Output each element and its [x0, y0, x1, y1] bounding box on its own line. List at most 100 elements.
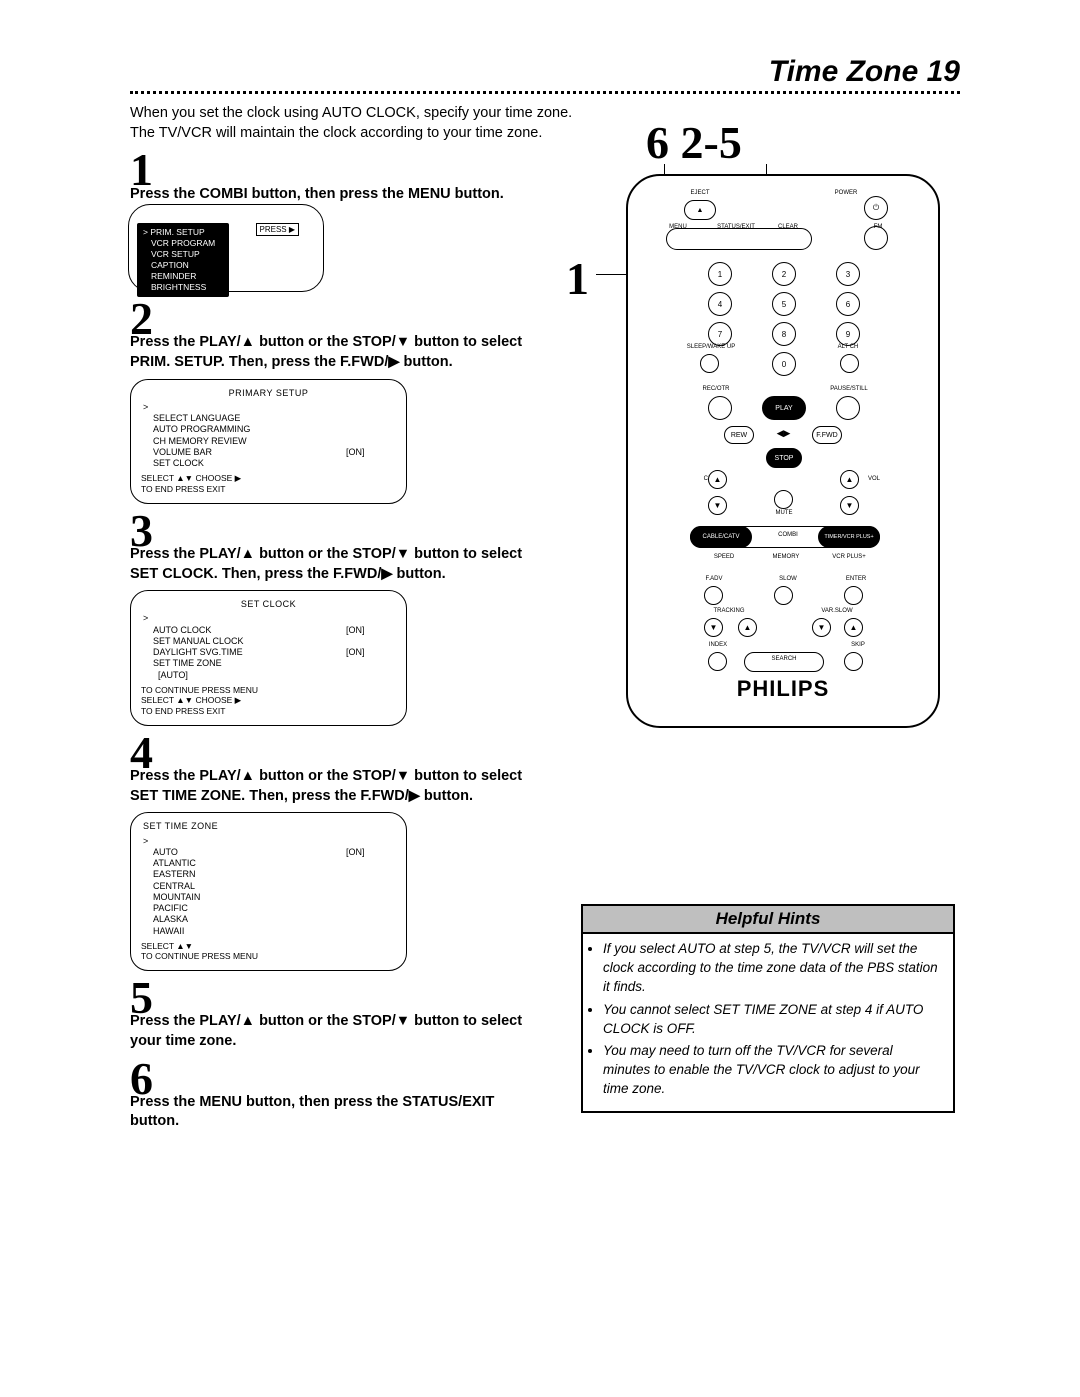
digit-5-button[interactable]: 5 — [772, 292, 796, 316]
osd-screen-4: SET TIME ZONE AUTO[ON] ATLANTIC EASTERN … — [130, 812, 407, 971]
osd-1-menu-items: > PRIM. SETUP VCR PROGRAM VCR SETUP CAPT… — [137, 223, 229, 297]
digit-2-button[interactable]: 2 — [772, 262, 796, 286]
osd-screen-2: PRIMARY SETUP SELECT LANGUAGE AUTO PROGR… — [130, 379, 407, 504]
page-title: Time Zone — [769, 55, 918, 88]
menu-bar[interactable] — [666, 228, 812, 250]
pause-button[interactable] — [836, 396, 860, 420]
intro-line-1: When you set the clock using AUTO CLOCK,… — [130, 105, 572, 121]
step-4-text: Press the PLAY/▲ button or the STOP/▼ bu… — [130, 767, 580, 806]
ffwd-button[interactable]: F.FWD — [812, 426, 842, 444]
digit-7-button[interactable]: 7 — [708, 322, 732, 346]
step-2-text: Press the PLAY/▲ button or the STOP/▼ bu… — [130, 333, 580, 372]
digit-4-button[interactable]: 4 — [708, 292, 732, 316]
osd-3-title: SET CLOCK — [141, 599, 396, 610]
digit-6-button[interactable]: 6 — [836, 292, 860, 316]
tracking-down-button[interactable]: ▼ — [704, 618, 723, 637]
page-header: Time Zone 19 — [130, 55, 960, 89]
page-number: 19 — [927, 55, 960, 88]
stop-button[interactable]: STOP — [766, 448, 802, 468]
ch-down-button[interactable]: ▼ — [708, 496, 727, 515]
speed-label: SPEED — [704, 554, 744, 560]
varslow-label: VAR.SLOW — [812, 608, 862, 614]
osd-3-foot: TO CONTINUE PRESS MENU SELECT ▲▼ CHOOSE … — [141, 685, 396, 717]
timer-button[interactable]: TIMER/VCR PLUS+ — [818, 526, 880, 548]
digit-1-button[interactable]: 1 — [708, 262, 732, 286]
brand-logo: PHILIPS — [628, 676, 938, 702]
hint-item: You cannot select SET TIME ZONE at step … — [603, 1001, 939, 1039]
osd-2-foot: SELECT ▲▼ CHOOSE ▶ TO END PRESS EXIT — [141, 473, 396, 494]
mute-label: MUTE — [764, 510, 804, 516]
fadv-button[interactable] — [704, 586, 723, 605]
osd-4-foot: SELECT ▲▼ TO CONTINUE PRESS MENU — [141, 941, 396, 962]
rec-label: REC/OTR — [698, 386, 734, 392]
index-button[interactable] — [708, 652, 727, 671]
altch-label: ALT CH — [828, 344, 868, 350]
skip-button[interactable] — [844, 652, 863, 671]
cable-button[interactable]: CABLE/CATV — [690, 526, 752, 548]
header-divider — [130, 91, 960, 94]
sleep-label: SLEEP/WAKE UP — [686, 344, 736, 350]
fadv-label: F.ADV — [694, 576, 734, 582]
combi-label: COMBI — [768, 532, 808, 538]
remote-diagram: EJECT ▲ POWER ⏻ MENU STATUS/EXIT CLEAR F… — [626, 174, 940, 728]
hint-item: You may need to turn off the TV/VCR for … — [603, 1042, 939, 1099]
varslow-up-button[interactable]: ▲ — [844, 618, 863, 637]
fm-label: FM — [858, 224, 898, 230]
step-6-text: Press the MENU button, then press the ST… — [130, 1093, 580, 1132]
hint-item: If you select AUTO at step 5, the TV/VCR… — [603, 940, 939, 997]
vol-label: VOL — [854, 476, 894, 482]
sleep-button[interactable] — [700, 354, 719, 373]
step-1-text: Press the COMBI button, then press the M… — [130, 185, 580, 205]
digit-8-button[interactable]: 8 — [772, 322, 796, 346]
slow-label: SLOW — [768, 576, 808, 582]
tracking-up-button[interactable]: ▲ — [738, 618, 757, 637]
altch-button[interactable] — [840, 354, 859, 373]
status-label: STATUS/EXIT — [706, 224, 766, 230]
instructions-column: When you set the clock using AUTO CLOCK,… — [130, 104, 580, 1132]
diagram-column: 6 2-5 1 EJECT ▲ POWER ⏻ MENU STATUS/EXIT… — [596, 104, 960, 1132]
digit-0-button[interactable]: 0 — [772, 352, 796, 376]
intro-line-2: The TV/VCR will maintain the clock accor… — [130, 125, 542, 141]
mute-button[interactable] — [774, 490, 793, 509]
search-label: SEARCH — [764, 656, 804, 662]
pause-label: PAUSE/STILL — [826, 386, 872, 392]
eject-label: EJECT — [680, 190, 720, 196]
press-badge: PRESS ▶ — [256, 223, 300, 236]
manual-page: Time Zone 19 When you set the clock usin… — [0, 0, 1080, 1397]
helpful-hints-box: Helpful Hints If you select AUTO at step… — [581, 904, 955, 1113]
intro-text: When you set the clock using AUTO CLOCK,… — [130, 104, 580, 143]
play-button[interactable]: PLAY — [762, 396, 806, 420]
vol-up-button[interactable]: ▲ — [840, 470, 859, 489]
power-label: POWER — [826, 190, 866, 196]
clear-label: CLEAR — [768, 224, 808, 230]
varslow-down-button[interactable]: ▼ — [812, 618, 831, 637]
osd-2-title: PRIMARY SETUP — [141, 388, 396, 399]
osd-screen-1: > PRIM. SETUP VCR PROGRAM VCR SETUP CAPT… — [128, 204, 324, 292]
osd-screen-3: SET CLOCK AUTO CLOCK[ON] SET MANUAL CLOC… — [130, 590, 407, 726]
memory-label: MEMORY — [766, 554, 806, 560]
menu-label: MENU — [658, 224, 698, 230]
rew-ffwd-icon: ◀▶ — [774, 424, 793, 443]
power-button[interactable]: ⏻ — [864, 196, 888, 220]
tracking-label: TRACKING — [704, 608, 754, 614]
helpful-hints-title: Helpful Hints — [583, 906, 953, 934]
vcrplus-label: VCR PLUS+ — [824, 554, 874, 560]
skip-label: SKIP — [838, 642, 878, 648]
step-5-text: Press the PLAY/▲ button or the STOP/▼ bu… — [130, 1012, 580, 1051]
eject-button[interactable]: ▲ — [684, 200, 716, 220]
search-bar[interactable] — [744, 652, 824, 672]
callout-top: 6 2-5 — [646, 116, 742, 169]
enter-button[interactable] — [844, 586, 863, 605]
callout-left: 1 — [566, 252, 589, 305]
osd-4-title: SET TIME ZONE — [141, 821, 396, 832]
rew-button[interactable]: REW — [724, 426, 754, 444]
enter-label: ENTER — [836, 576, 876, 582]
vol-down-button[interactable]: ▼ — [840, 496, 859, 515]
digit-9-button[interactable]: 9 — [836, 322, 860, 346]
slow-button[interactable] — [774, 586, 793, 605]
ch-up-button[interactable]: ▲ — [708, 470, 727, 489]
rec-button[interactable] — [708, 396, 732, 420]
step-3-text: Press the PLAY/▲ button or the STOP/▼ bu… — [130, 545, 580, 584]
digit-3-button[interactable]: 3 — [836, 262, 860, 286]
index-label: INDEX — [698, 642, 738, 648]
